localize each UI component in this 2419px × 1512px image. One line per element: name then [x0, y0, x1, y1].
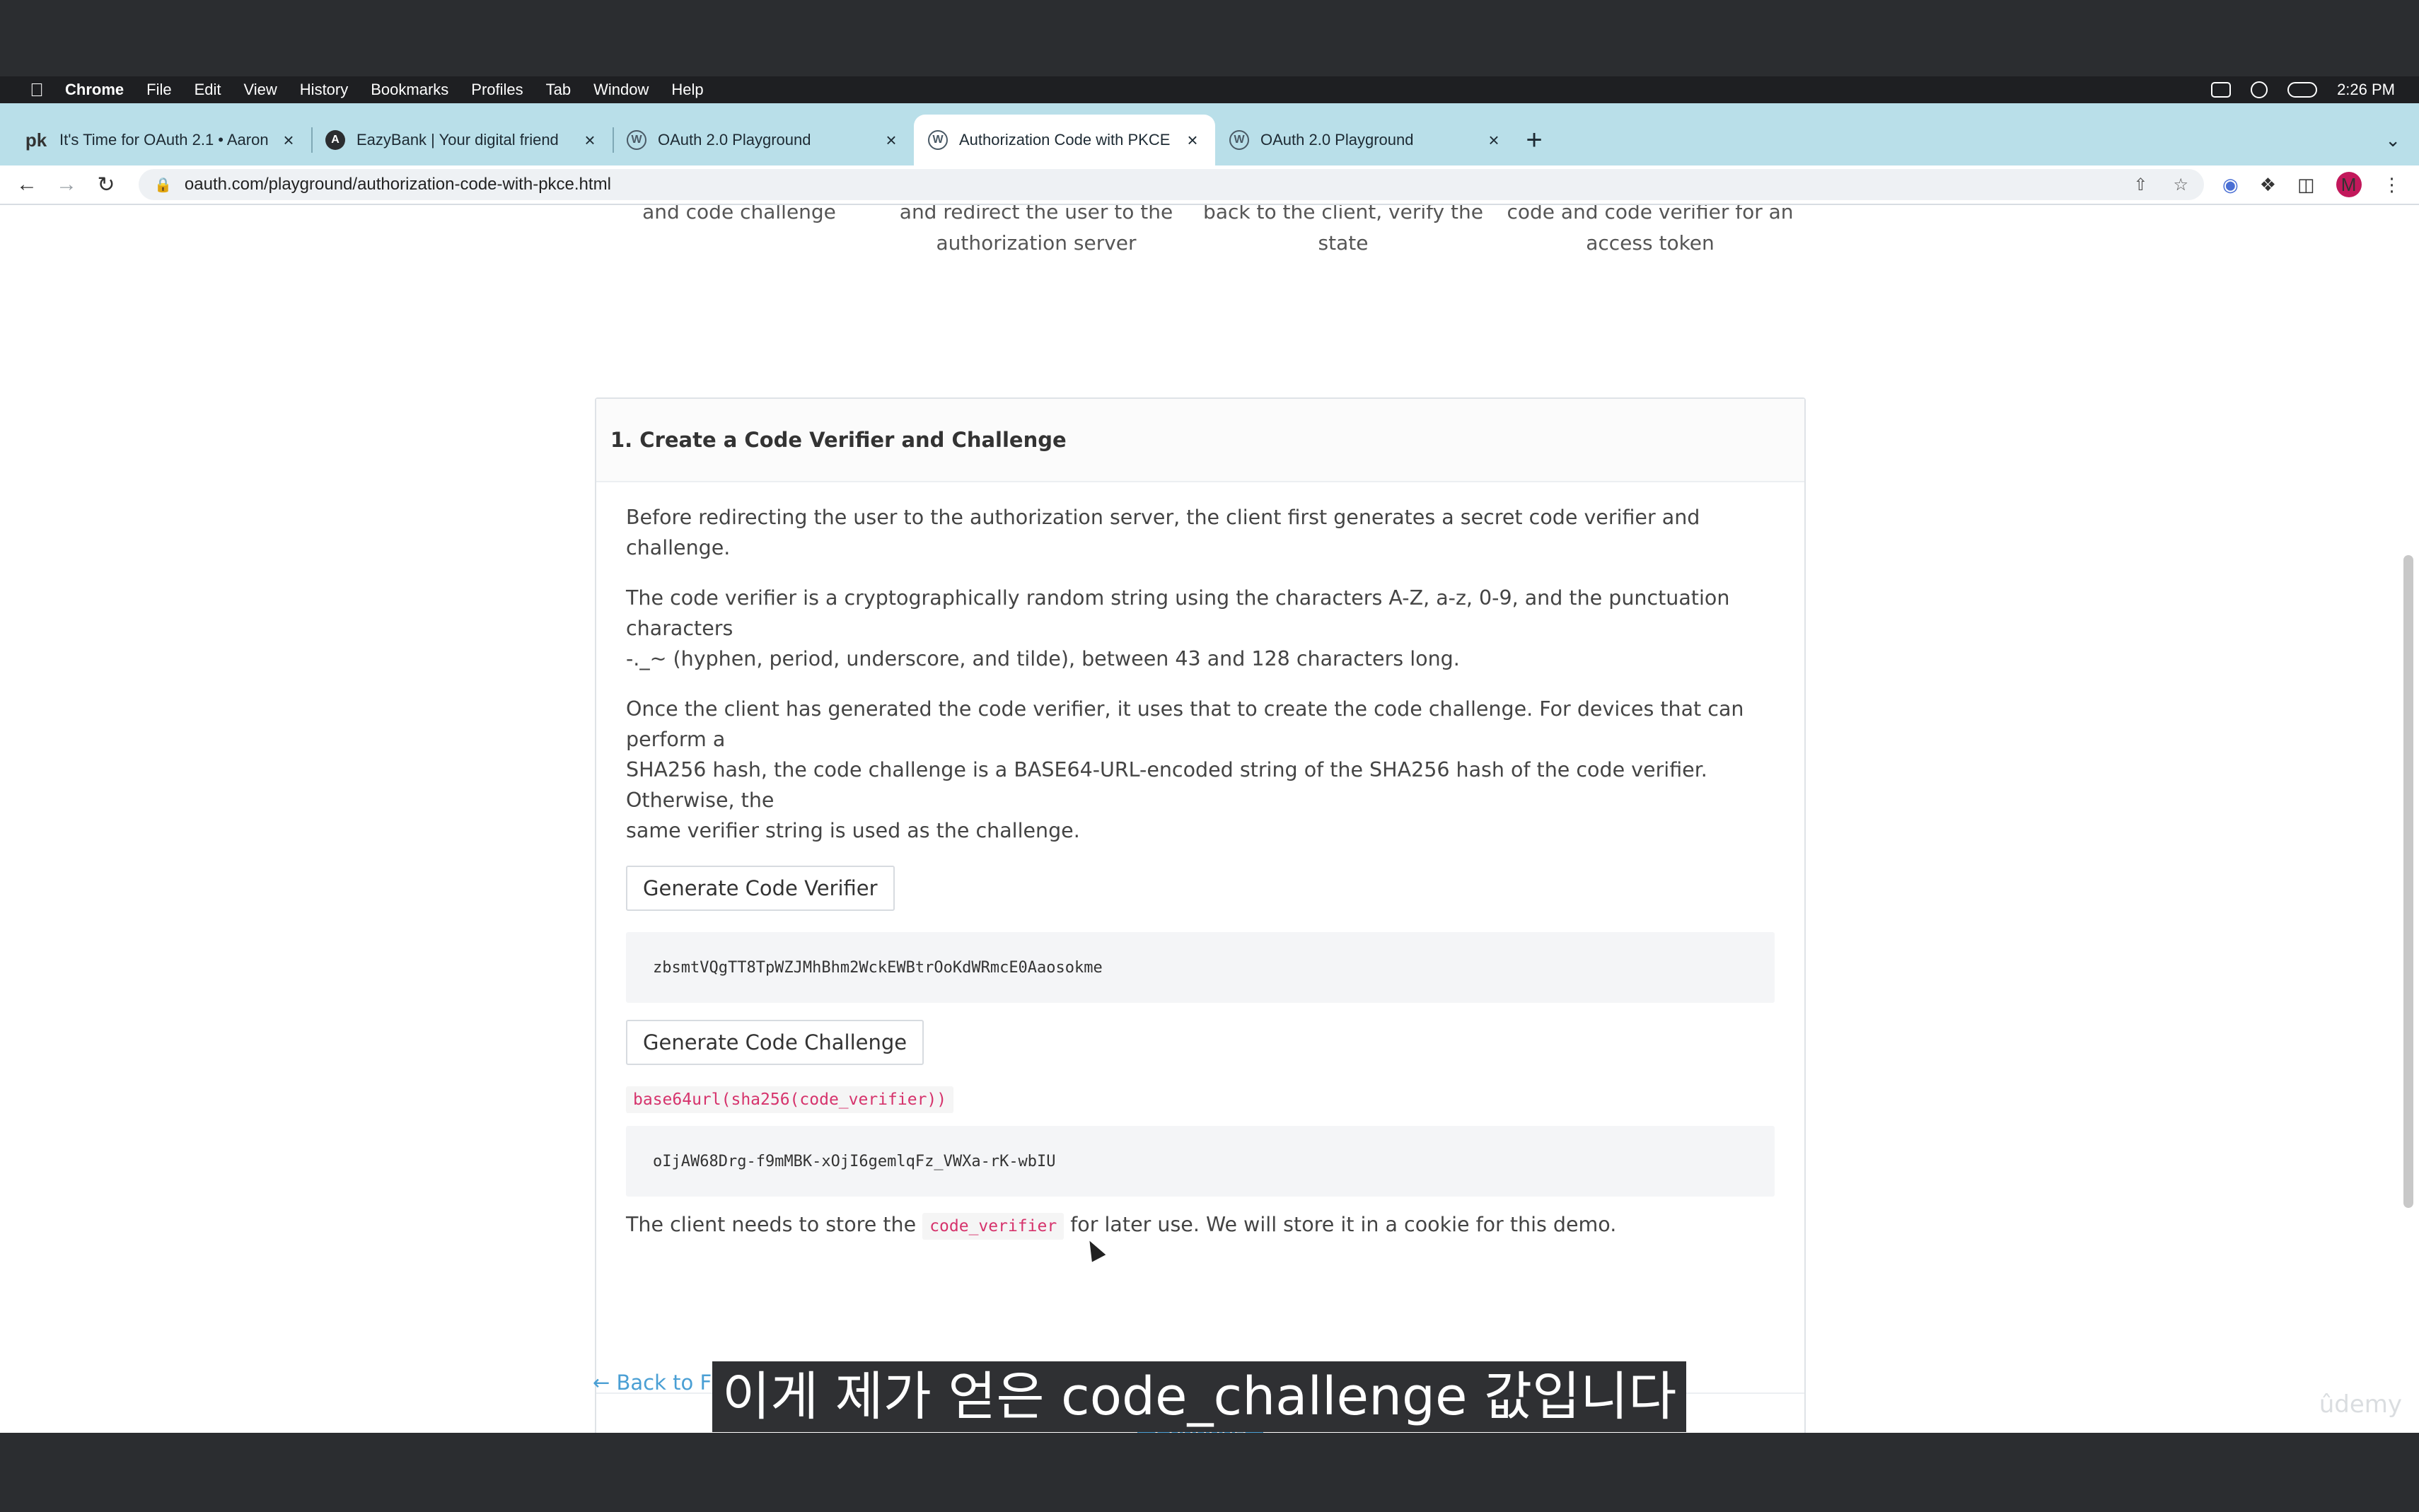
formula-code: base64url(sha256(code_verifier)) — [626, 1086, 954, 1113]
step-card: 1. Create a Code Verifier and Challenge … — [595, 397, 1806, 1433]
generate-code-challenge-button[interactable]: Generate Code Challenge — [626, 1020, 924, 1065]
reload-icon[interactable]: ↻ — [86, 173, 126, 197]
pk-favicon-icon: pk — [25, 129, 47, 151]
browser-toolbar: ← → ↻ 🔒 oauth.com/playground/authorizati… — [0, 165, 2419, 205]
extensions-puzzle-icon[interactable]: ❖ — [2260, 174, 2276, 196]
menu-tab[interactable]: Tab — [546, 81, 571, 99]
lock-icon[interactable]: 🔒 — [154, 176, 172, 194]
close-icon[interactable]: × — [883, 129, 900, 151]
step-caption-line: and code challenge — [642, 205, 836, 223]
profile-avatar[interactable]: M — [2336, 172, 2362, 197]
paragraph-line: The code verifier is a cryptographically… — [626, 586, 1730, 640]
step-caption-line: authorization server — [936, 231, 1137, 255]
step-4-caption: code and code verifier for an access tok… — [1502, 205, 1799, 259]
tab-title: OAuth 2.0 Playground — [658, 131, 811, 149]
tab-search-chevron-icon[interactable]: ⌄ — [2385, 115, 2401, 165]
paragraph-line: same verifier string is used as the chal… — [626, 819, 1080, 842]
apple-icon[interactable]:  — [24, 79, 50, 101]
step-2-caption: and redirect the user to the authorizati… — [888, 205, 1185, 259]
extension-compass-icon[interactable]: ◉ — [2222, 174, 2239, 196]
code-verifier-output[interactable]: zbsmtVQgTT8TpWZJMhBhm2WckEWBtrOoKdWRmcE0… — [626, 932, 1775, 1003]
tab-oauth-playground-1[interactable]: W OAuth 2.0 Playground × — [613, 115, 914, 165]
tab-title: Authorization Code with PKCE — [959, 131, 1171, 149]
page-scrollbar[interactable] — [2403, 555, 2413, 1208]
macos-menu-bar:  Chrome File Edit View History Bookmark… — [0, 76, 2419, 103]
wordpress-icon: W — [627, 130, 646, 150]
step-caption-line: back to the client, verify the — [1203, 205, 1483, 223]
menu-bookmarks[interactable]: Bookmarks — [371, 81, 448, 99]
video-subtitle: 이게 제가 얻은 code_challenge 값입니다 — [712, 1361, 1687, 1432]
store-note-suffix: for later use. We will store it in a coo… — [1070, 1213, 1617, 1236]
tab-eazybank[interactable]: A EazyBank | Your digital friend × — [311, 115, 613, 165]
card-title: 1. Create a Code Verifier and Challenge — [596, 399, 1804, 482]
back-to-flows-link[interactable]: ← Back to Fl — [593, 1371, 717, 1395]
close-icon[interactable]: × — [581, 129, 598, 151]
store-note: The client needs to store the code_verif… — [626, 1209, 1775, 1240]
address-bar[interactable]: 🔒 oauth.com/playground/authorization-cod… — [139, 169, 2204, 200]
toolbar-extensions: ◉ ❖ ◫ M ⋮ — [2222, 172, 2401, 197]
udemy-watermark: ûdemy — [2319, 1390, 2402, 1419]
code-verifier-inline-code: code_verifier — [922, 1213, 1065, 1240]
address-url[interactable]: oauth.com/playground/authorization-code-… — [185, 175, 2108, 194]
challenge-paragraph: Once the client has generated the code v… — [626, 694, 1775, 846]
step-caption-line: and redirect the user to the — [899, 205, 1173, 223]
video-top-letterbox — [0, 0, 2419, 76]
tab-title: EazyBank | Your digital friend — [356, 131, 559, 149]
paragraph-line: -._~ (hyphen, period, underscore, and ti… — [626, 647, 1460, 670]
menu-app-name[interactable]: Chrome — [65, 81, 124, 99]
video-bottom-letterbox — [0, 1433, 2419, 1512]
paragraph-line: SHA256 hash, the code challenge is a BAS… — [626, 758, 1707, 812]
side-panel-icon[interactable]: ◫ — [2297, 174, 2315, 196]
wordpress-icon: W — [1229, 130, 1249, 150]
card-body: Before redirecting the user to the autho… — [596, 482, 1804, 1240]
page-viewport: and code challenge and redirect the user… — [0, 205, 2419, 1433]
menu-clock[interactable]: 2:26 PM — [2337, 81, 2395, 99]
step-caption-line: code and code verifier for an — [1507, 205, 1794, 223]
store-note-prefix: The client needs to store the — [626, 1213, 917, 1236]
tab-title: OAuth 2.0 Playground — [1260, 131, 1414, 149]
menu-help[interactable]: Help — [671, 81, 703, 99]
forward-arrow-icon[interactable]: → — [47, 173, 86, 197]
close-icon[interactable]: × — [1485, 129, 1502, 151]
new-tab-plus-icon[interactable]: + — [1516, 115, 1552, 165]
tab-strip: pk It's Time for OAuth 2.1 • Aaron × A E… — [0, 103, 2419, 165]
step-caption-line: access token — [1586, 231, 1715, 255]
menu-edit[interactable]: Edit — [195, 81, 221, 99]
paragraph-line: Once the client has generated the code v… — [626, 697, 1744, 751]
tab-title: It's Time for OAuth 2.1 • Aaron — [59, 131, 269, 149]
menu-profiles[interactable]: Profiles — [471, 81, 523, 99]
back-arrow-icon[interactable]: ← — [7, 173, 47, 197]
share-icon[interactable]: ⇧ — [2133, 175, 2147, 195]
screen-record-icon[interactable] — [2211, 82, 2232, 98]
menu-history[interactable]: History — [300, 81, 348, 99]
menu-window[interactable]: Window — [593, 81, 649, 99]
step-caption-line: state — [1318, 231, 1369, 255]
control-center-icon[interactable] — [2287, 82, 2318, 98]
verifier-paragraph: The code verifier is a cryptographically… — [626, 583, 1775, 674]
step-1-caption: and code challenge — [591, 205, 888, 228]
menu-file[interactable]: File — [146, 81, 171, 99]
tab-oauth-playground-2[interactable]: W OAuth 2.0 Playground × — [1215, 115, 1516, 165]
close-icon[interactable]: × — [280, 129, 297, 151]
code-challenge-output[interactable]: oIjAW68Drg-f9mMBK-xOjI6gemlqFz_VWXa-rK-w… — [626, 1126, 1775, 1197]
kebab-menu-icon[interactable]: ⋮ — [2383, 174, 2401, 196]
wordpress-icon: W — [928, 130, 948, 150]
user-account-icon[interactable] — [2251, 81, 2268, 98]
intro-paragraph: Before redirecting the user to the autho… — [626, 506, 1700, 559]
tab-oauth21[interactable]: pk It's Time for OAuth 2.1 • Aaron × — [10, 115, 311, 165]
menu-status-area: 2:26 PM — [2211, 81, 2395, 99]
close-icon[interactable]: × — [1184, 129, 1201, 151]
menu-view[interactable]: View — [244, 81, 277, 99]
angular-icon: A — [325, 130, 345, 150]
bookmark-star-icon[interactable]: ☆ — [2173, 175, 2188, 195]
generate-code-verifier-button[interactable]: Generate Code Verifier — [626, 866, 895, 911]
tab-authorization-code-pkce[interactable]: W Authorization Code with PKCE × — [914, 115, 1215, 165]
step-3-caption: back to the client, verify the state — [1195, 205, 1492, 259]
